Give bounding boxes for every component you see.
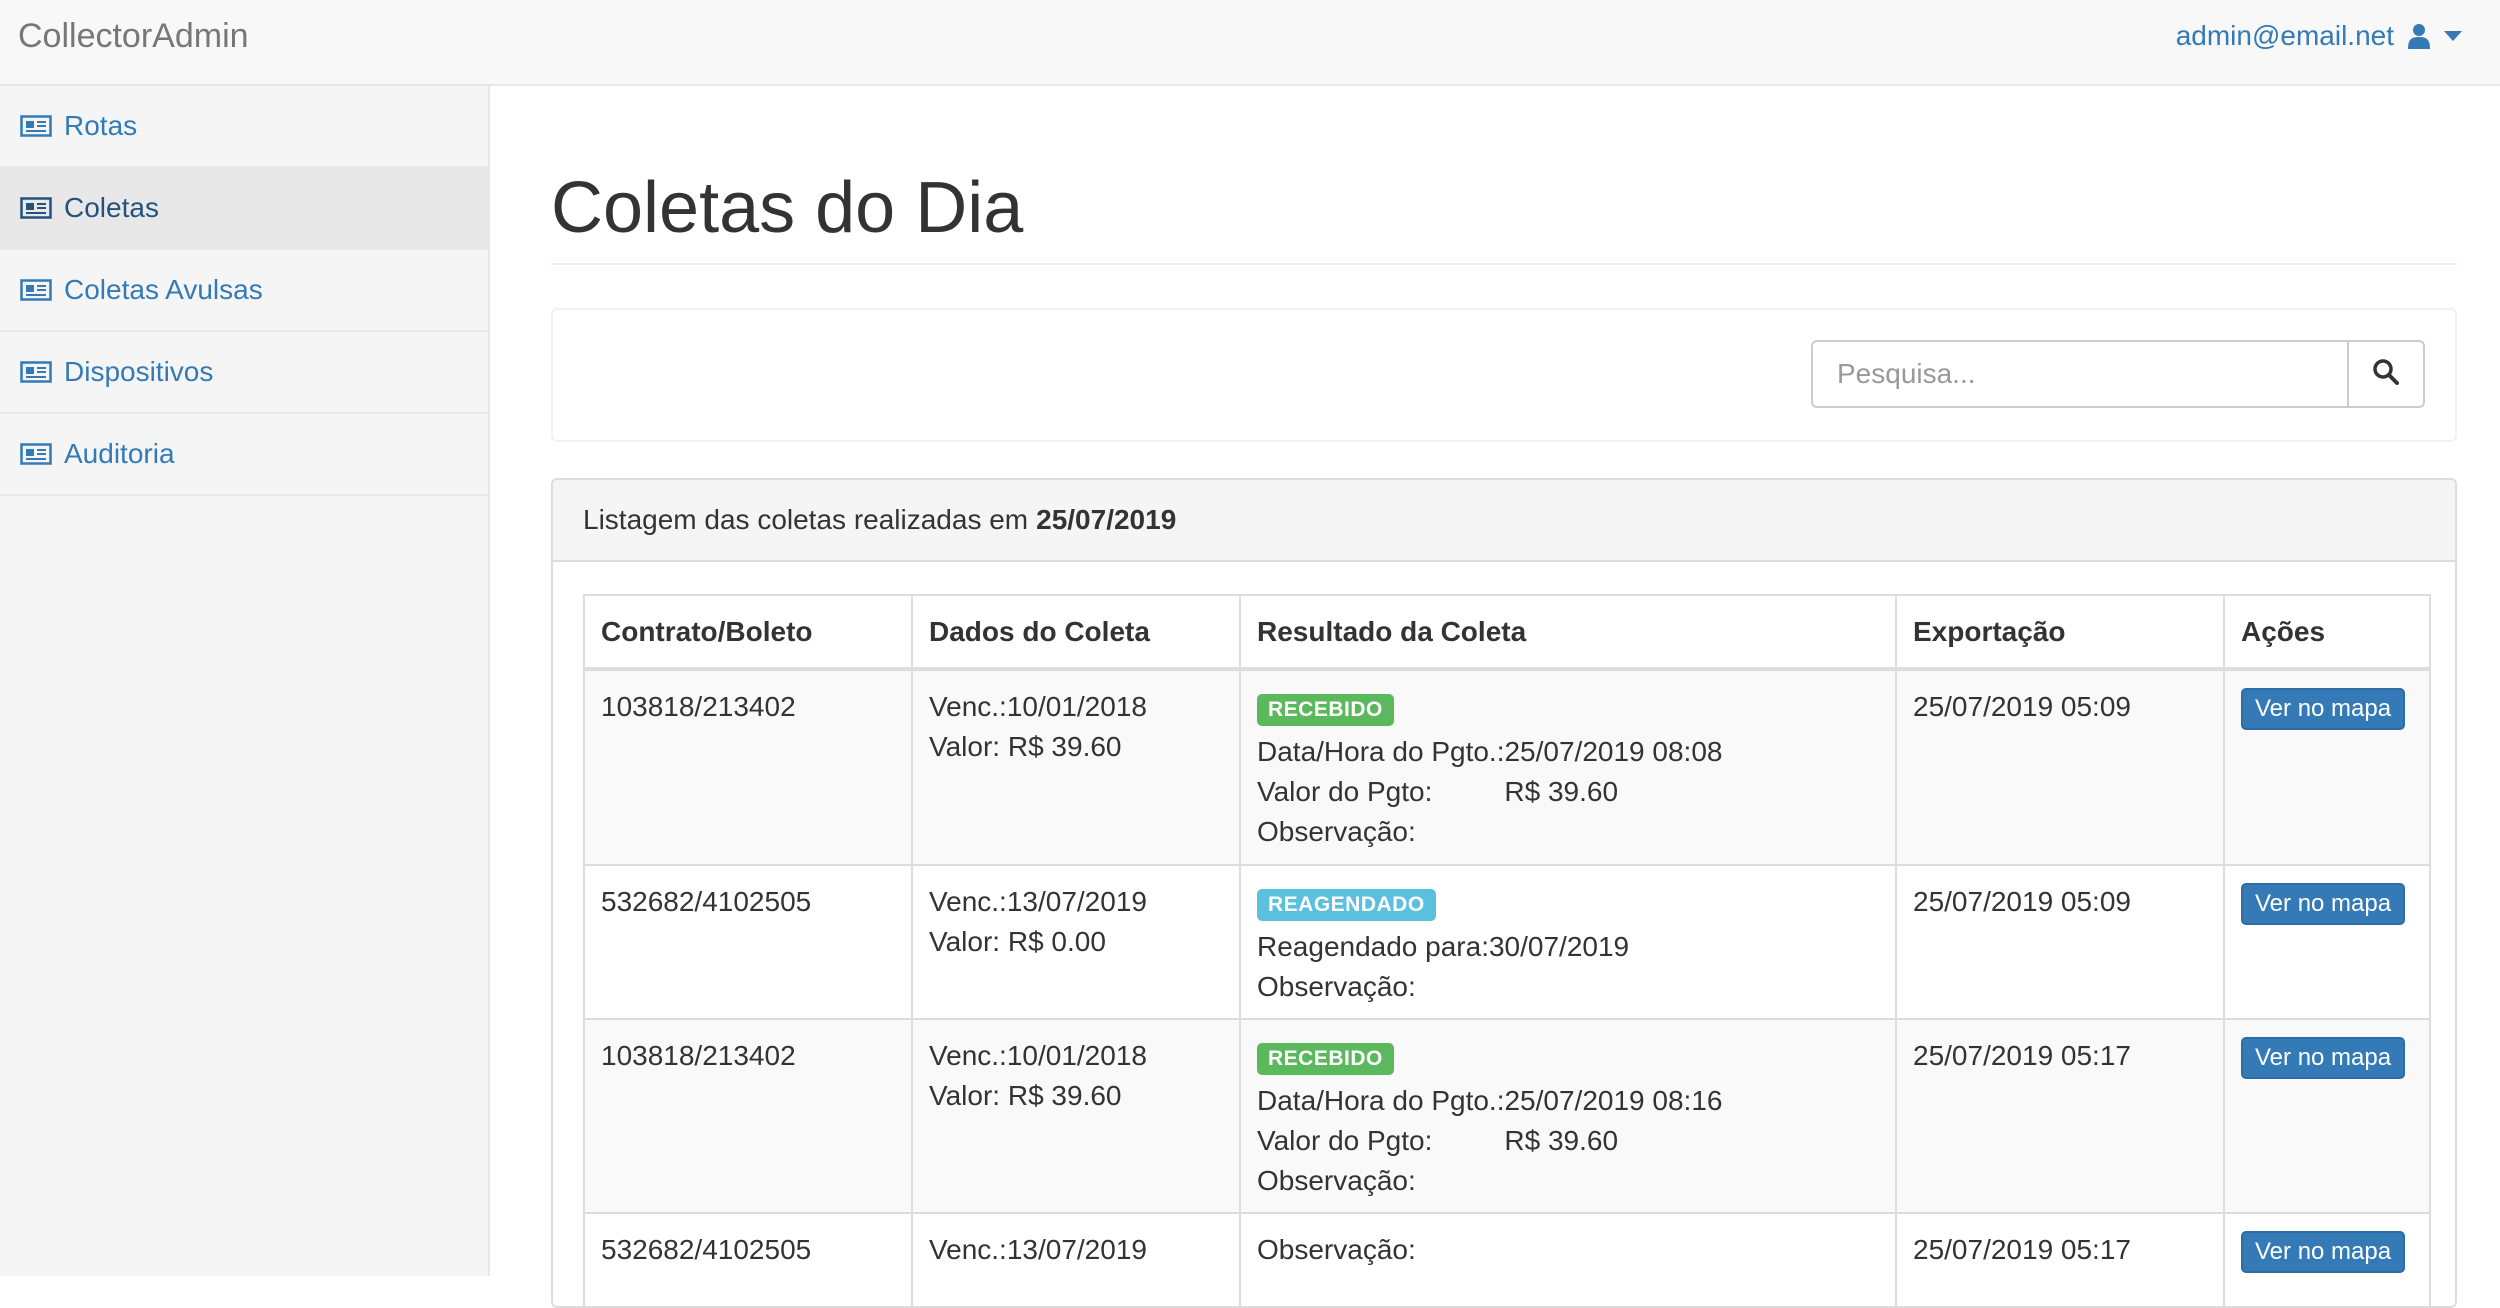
dados-cell: Venc.:13/07/2019 [911,1212,1241,1306]
view-on-map-button[interactable]: Ver no mapa [2241,883,2406,925]
coletas-table: Contrato/Boleto Dados do Coleta Resultad… [583,594,2431,1306]
resultado-cell: RECEBIDO Data/Hora do Pgto.:25/07/2019 0… [1239,668,1897,866]
caret-down-icon [2444,30,2462,42]
panel-heading: Listagem das coletas realizadas em 25/07… [553,480,2455,562]
venc-text: Venc.:10/01/2018 [929,691,1147,722]
valor-text: Valor: R$ 0.00 [929,926,1106,957]
actions-cell: Ver no mapa [2223,864,2431,1020]
table-header-row: Contrato/Boleto Dados do Coleta Resultad… [583,594,2431,671]
newspaper-icon [20,197,52,219]
table-row: 103818/213402 Venc.:10/01/2018 Valor: R$… [583,668,2431,866]
payment-value-label: Valor do Pgto: [1257,1125,1433,1156]
search-icon [2372,358,2400,391]
resultado-cell: REAGENDADO Reagendado para:30/07/2019 Ob… [1239,864,1897,1020]
table-row: 103818/213402 Venc.:10/01/2018 Valor: R$… [583,1018,2431,1214]
venc-text: Venc.:13/07/2019 [929,1234,1147,1265]
venc-text: Venc.:10/01/2018 [929,1040,1147,1071]
export-cell: 25/07/2019 05:17 [1895,1212,2225,1306]
sidebar-item-coletas[interactable]: Coletas [0,168,488,250]
contract-cell: 103818/213402 [583,1018,913,1214]
observacao-text: Observação: [1257,1165,1416,1196]
search-input[interactable] [1811,340,2347,408]
dados-cell: Venc.:10/01/2018 Valor: R$ 39.60 [911,668,1241,866]
actions-cell: Ver no mapa [2223,1212,2431,1306]
venc-text: Venc.:13/07/2019 [929,886,1147,917]
page-title: Coletas do Dia [551,168,1024,248]
column-header: Resultado da Coleta [1239,594,1897,671]
status-badge: REAGENDADO [1257,889,1436,921]
status-badge: RECEBIDO [1257,1043,1394,1075]
export-cell: 25/07/2019 05:09 [1895,864,2225,1020]
column-header: Ações [2223,594,2431,671]
contract-cell: 103818/213402 [583,668,913,866]
coletas-panel: Listagem das coletas realizadas em 25/07… [551,478,2457,1308]
export-cell: 25/07/2019 05:17 [1895,1018,2225,1214]
view-on-map-button[interactable]: Ver no mapa [2241,1037,2406,1079]
sidebar-item-label: Auditoria [64,438,175,469]
actions-cell: Ver no mapa [2223,1018,2431,1214]
newspaper-icon [20,115,52,137]
payment-value-label: Valor do Pgto: [1257,776,1433,807]
resultado-cell: Observação: [1239,1212,1897,1306]
payment-value: R$ 39.60 [1504,776,1619,807]
dados-cell: Venc.:10/01/2018 Valor: R$ 39.60 [911,1018,1241,1214]
payment-datetime-text: Data/Hora do Pgto.:25/07/2019 08:16 [1257,1085,1723,1116]
column-header: Contrato/Boleto [583,594,913,671]
valor-text: Valor: R$ 39.60 [929,1080,1122,1111]
column-header: Exportação [1895,594,2225,671]
payment-value-line: Valor do Pgto: R$ 39.60 [1257,1121,1879,1161]
view-on-map-button[interactable]: Ver no mapa [2241,1231,2406,1273]
export-cell: 25/07/2019 05:09 [1895,668,2225,866]
reagendado-text: Reagendado para:30/07/2019 [1257,931,1630,962]
sidebar-item-dispositivos[interactable]: Dispositivos [0,332,488,414]
sidebar-item-label: Coletas Avulsas [64,274,263,305]
sidebar-item-label: Dispositivos [64,356,214,387]
view-on-map-button[interactable]: Ver no mapa [2241,688,2406,730]
observacao-text: Observação: [1257,816,1416,847]
observacao-text: Observação: [1257,1234,1416,1265]
top-navbar: CollectorAdmin admin@email.net [0,0,2500,86]
payment-datetime-text: Data/Hora do Pgto.:25/07/2019 08:08 [1257,736,1723,767]
sidebar-item-label: Coletas [64,192,159,223]
contract-cell: 532682/4102505 [583,1212,913,1306]
sidebar-item-label: Rotas [64,110,138,141]
brand-logo[interactable]: CollectorAdmin [18,14,249,58]
newspaper-icon [20,443,52,465]
resultado-cell: RECEBIDO Data/Hora do Pgto.:25/07/2019 0… [1239,1018,1897,1214]
sidebar: Rotas Coletas Coletas Avulsas Dispositiv… [0,86,490,1276]
status-badge: RECEBIDO [1257,694,1394,726]
valor-text: Valor: R$ 39.60 [929,731,1122,762]
column-header: Dados do Coleta [911,594,1241,671]
title-divider [551,263,2457,265]
search-button[interactable] [2347,340,2425,408]
sidebar-item-rotas[interactable]: Rotas [0,86,488,168]
user-menu[interactable]: admin@email.net [2176,14,2462,58]
table-row: 532682/4102505 Venc.:13/07/2019 Valor: R… [583,864,2431,1020]
observacao-text: Observação: [1257,971,1416,1002]
sidebar-item-coletas-avulsas[interactable]: Coletas Avulsas [0,250,488,332]
panel-heading-date: 25/07/2019 [1036,504,1177,535]
user-email[interactable]: admin@email.net [2176,20,2394,52]
payment-value-line: Valor do Pgto: R$ 39.60 [1257,772,1879,812]
search-well [551,308,2457,442]
payment-value: R$ 39.60 [1504,1125,1619,1156]
contract-cell: 532682/4102505 [583,864,913,1020]
newspaper-icon [20,279,52,301]
table-row: 532682/4102505 Venc.:13/07/2019 Observaç… [583,1212,2431,1306]
newspaper-icon [20,361,52,383]
actions-cell: Ver no mapa [2223,668,2431,866]
search-group [1811,340,2425,408]
panel-heading-text: Listagem das coletas realizadas em [583,504,1029,535]
sidebar-item-auditoria[interactable]: Auditoria [0,414,488,496]
user-icon [2408,23,2430,49]
dados-cell: Venc.:13/07/2019 Valor: R$ 0.00 [911,864,1241,1020]
